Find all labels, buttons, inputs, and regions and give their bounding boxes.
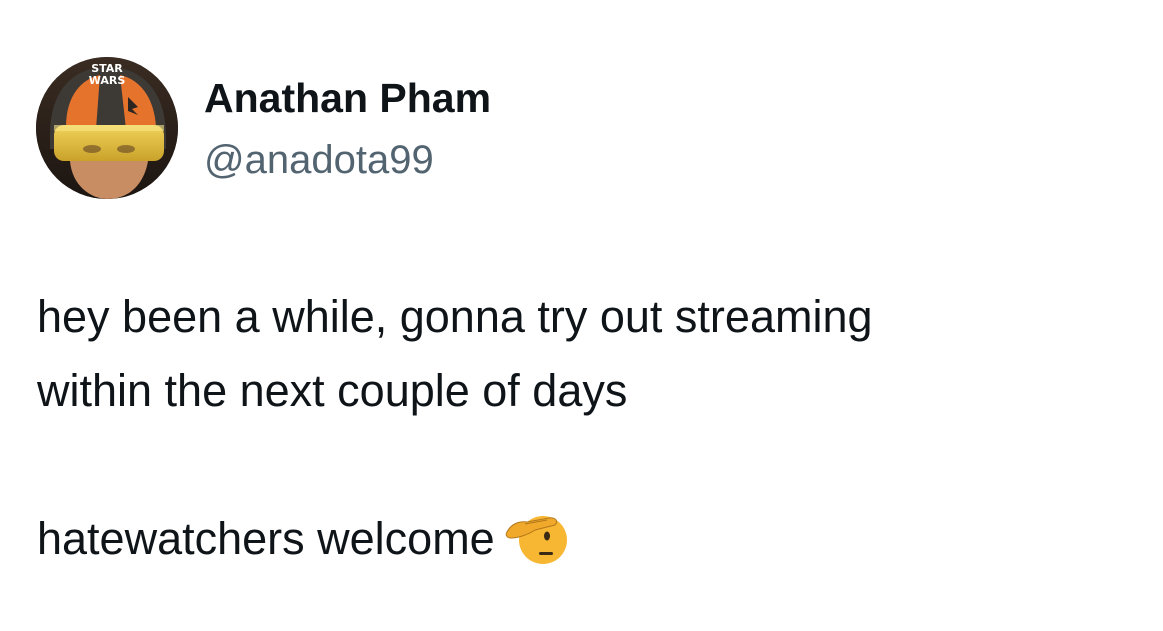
tweet-text-line-with-emoji: hatewatchers welcome [37, 502, 1127, 576]
tweet-text-line: hey been a while, gonna try out streamin… [37, 291, 873, 342]
author-name[interactable]: Anathan Pham [204, 74, 491, 122]
author-handle[interactable]: @anadota99 [204, 137, 434, 183]
star-wars-logo-icon: STAR WARS [89, 62, 126, 87]
tweet-text-line: within the next couple of days [37, 365, 628, 416]
tweet-text-segment: hatewatchers welcome [37, 513, 495, 564]
tweet-body: hey been a while, gonna try out streamin… [37, 280, 1127, 576]
author-avatar[interactable]: STAR WARS [36, 57, 178, 199]
tweet-card: STAR WARS Anathan Pham @anadota99 hey be… [0, 0, 1163, 631]
svg-text:WARS: WARS [89, 74, 126, 87]
saluting-face-icon [505, 508, 567, 566]
